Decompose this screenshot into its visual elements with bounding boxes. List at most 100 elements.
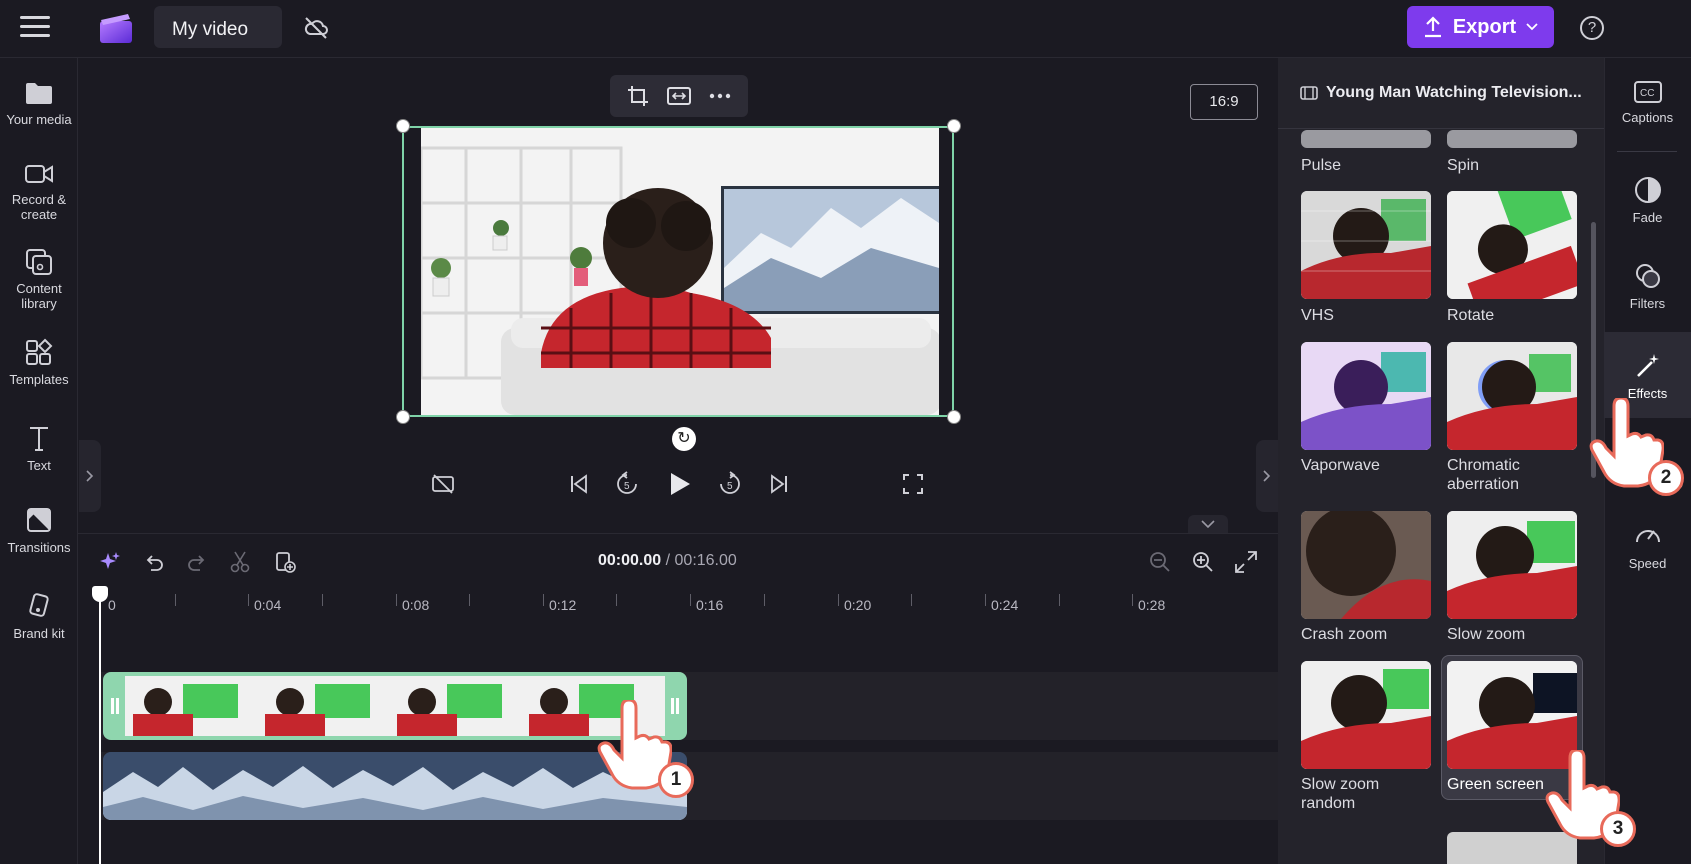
tick-mark	[1132, 594, 1133, 606]
templates-icon	[26, 338, 53, 365]
effect-label: VHS	[1301, 307, 1334, 324]
library-icon	[26, 249, 52, 275]
tick-mark	[764, 594, 765, 606]
ai-sparkle-icon[interactable]	[96, 548, 124, 576]
svg-text:CC: CC	[1640, 88, 1654, 99]
sidebar-item-content-library[interactable]: Content library	[0, 247, 78, 311]
chevron-down-icon	[1201, 520, 1215, 529]
effect-label: Chromatic	[1447, 457, 1520, 474]
aspect-ratio-button[interactable]: 16:9	[1190, 84, 1258, 120]
app-logo-icon	[100, 14, 132, 43]
crop-icon[interactable]	[624, 82, 652, 110]
tick-mark	[838, 594, 839, 606]
collapse-timeline-button[interactable]	[1188, 515, 1228, 533]
tick-label: 0	[108, 597, 116, 613]
project-title[interactable]: My video	[154, 6, 282, 48]
expand-right-panel-button[interactable]	[1256, 440, 1278, 512]
playhead[interactable]	[99, 588, 101, 864]
zoom-in-icon[interactable]	[1189, 548, 1217, 576]
tick-mark	[1059, 594, 1060, 606]
sidebar-item-record-create[interactable]: Record & create	[0, 162, 78, 222]
text-icon	[30, 427, 48, 451]
help-icon[interactable]: ?	[1580, 16, 1604, 40]
speed-icon	[1635, 530, 1660, 543]
resize-handle-bottom-right[interactable]	[947, 410, 961, 424]
sidebar-item-text[interactable]: Text	[0, 424, 78, 473]
tick-label: 0:12	[549, 597, 577, 613]
effect-thumb-crash-zoom[interactable]	[1301, 511, 1431, 619]
sidebar-item-your-media[interactable]: Your media	[0, 80, 78, 127]
tick-mark	[690, 594, 691, 606]
sidebar-item-templates[interactable]: Templates	[0, 338, 78, 387]
camera-off-icon[interactable]	[428, 469, 458, 499]
brand-kit-icon	[29, 593, 49, 617]
split-icon[interactable]	[226, 548, 254, 576]
expand-left-panel-button[interactable]	[79, 440, 101, 512]
rail-item-speed[interactable]: Speed	[1604, 522, 1691, 571]
skip-forward-icon[interactable]	[764, 469, 794, 499]
effect-label: Green screen	[1447, 776, 1544, 793]
effect-thumb-pulse[interactable]	[1301, 130, 1431, 148]
transitions-icon	[27, 508, 51, 532]
resize-handle-top-right[interactable]	[947, 119, 961, 133]
zoom-out-icon[interactable]	[1146, 548, 1174, 576]
effect-label: Crash zoom	[1301, 626, 1388, 643]
effect-thumb-slow-zoom-random[interactable]	[1301, 661, 1431, 769]
menu-icon[interactable]	[20, 16, 50, 40]
rail-item-filters[interactable]: Filters	[1604, 262, 1691, 311]
resize-handle-bottom-left[interactable]	[396, 410, 410, 424]
rotate-icon[interactable]: ↻	[672, 427, 696, 451]
skip-back-icon[interactable]	[564, 469, 594, 499]
chevron-right-icon	[86, 470, 94, 482]
step-badge-1: 1	[658, 762, 694, 798]
tick-mark	[396, 594, 397, 606]
play-icon[interactable]	[665, 469, 695, 499]
effect-thumb-vaporwave[interactable]	[1301, 342, 1431, 450]
cloud-off-icon[interactable]	[302, 14, 330, 42]
divider	[1278, 128, 1604, 129]
effect-thumb-vhs[interactable]	[1301, 191, 1431, 299]
export-button[interactable]: Export	[1407, 6, 1554, 48]
sidebar-label: Record &	[11, 192, 67, 207]
sidebar-label: Brand kit	[13, 626, 65, 641]
resize-handle-top-left[interactable]	[396, 119, 410, 133]
add-to-timeline-icon[interactable]	[271, 548, 299, 576]
filters-icon	[1635, 264, 1660, 288]
playhead-handle[interactable]	[92, 586, 108, 602]
fit-timeline-icon[interactable]	[1232, 548, 1260, 576]
tick-mark	[469, 594, 470, 606]
sidebar-item-brand-kit[interactable]: Brand kit	[0, 592, 78, 641]
forward-5-icon[interactable]: 5	[715, 469, 745, 499]
tick-label: 0:20	[844, 597, 872, 613]
effect-label: aberration	[1447, 476, 1520, 493]
effect-label: Spin	[1447, 157, 1480, 174]
effect-thumb-rotate[interactable]	[1447, 191, 1577, 299]
undo-icon[interactable]	[140, 548, 168, 576]
effect-thumb-chromatic-aberration[interactable]	[1447, 342, 1577, 450]
divider	[1617, 151, 1677, 152]
video-preview[interactable]	[402, 126, 954, 417]
fit-icon[interactable]	[665, 82, 693, 110]
effect-label: Slow zoom	[1301, 776, 1380, 793]
film-icon	[1300, 86, 1318, 100]
effect-label: Rotate	[1447, 307, 1495, 324]
rewind-5-icon[interactable]: 5	[612, 469, 642, 499]
effect-thumb-slow-zoom[interactable]	[1447, 511, 1577, 619]
effect-label: random	[1301, 795, 1356, 812]
tick-mark	[543, 594, 544, 606]
rail-item-fade[interactable]: Fade	[1604, 176, 1691, 225]
more-options-icon[interactable]	[706, 82, 734, 110]
effect-label: Vaporwave	[1301, 457, 1380, 474]
video-frame-image	[421, 128, 939, 415]
sidebar-label: Transitions	[7, 540, 71, 555]
fullscreen-icon[interactable]	[898, 469, 928, 499]
effect-label: Pulse	[1301, 157, 1342, 174]
rail-item-captions[interactable]: CC Captions	[1604, 80, 1691, 125]
step-badge-3: 3	[1600, 811, 1636, 847]
sidebar-label: Text	[27, 458, 51, 473]
sidebar-label: create	[20, 207, 58, 222]
chevron-down-icon	[1526, 23, 1538, 31]
effect-thumb-spin[interactable]	[1447, 130, 1577, 148]
redo-icon[interactable]	[183, 548, 211, 576]
sidebar-item-transitions[interactable]: Transitions	[0, 506, 78, 555]
